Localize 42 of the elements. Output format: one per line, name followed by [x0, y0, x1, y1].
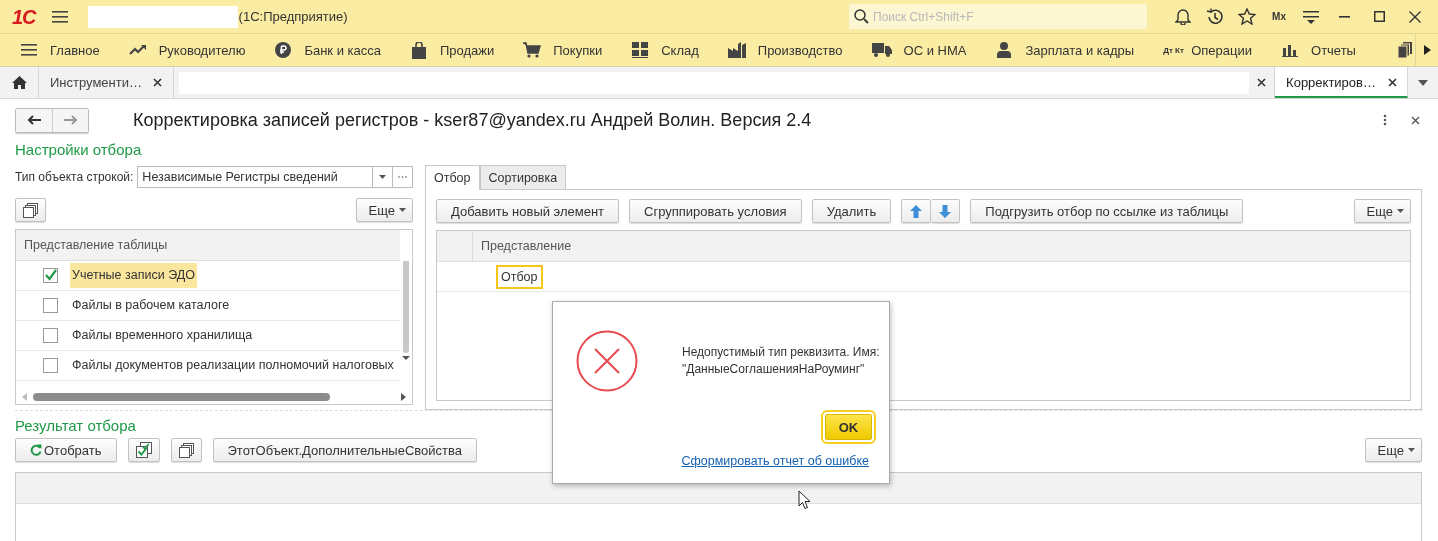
table-cell[interactable]: Файлы в рабочем каталоге: [70, 293, 232, 318]
section-item[interactable]: Главное: [20, 42, 100, 58]
toolbar-button[interactable]: ЭтотОбъект.ДополнительныеСвойства: [212, 438, 477, 462]
table-cell[interactable]: Отбор: [496, 264, 543, 289]
column-header: Представление: [481, 239, 572, 253]
section-item[interactable]: Зарплата и кадры: [995, 42, 1135, 58]
toolbar-button[interactable]: Сгруппировать условия: [629, 199, 802, 223]
section-item[interactable]: Покупки: [523, 42, 603, 58]
form-title: Корректировка записей регистров - kser87@yandex.ru Андрей Волин. Версия 2.4: [133, 109, 813, 131]
type-field[interactable]: Независимые Регистры сведений: [137, 166, 373, 188]
refresh-button[interactable]: Отобрать: [15, 438, 117, 462]
section-item[interactable]: Производство: [727, 42, 843, 58]
section-heading: Настройки отбора: [15, 141, 142, 159]
window-title: (1С:Предприятие): [238, 9, 348, 24]
column-header: Представление таблицы: [24, 238, 168, 252]
tab[interactable]: Отбор: [425, 165, 480, 190]
table-cell[interactable]: Файлы временного хранилища: [70, 323, 255, 348]
section-item[interactable]: Отчеты: [1281, 42, 1356, 58]
open-tab[interactable]: Инструменти…: [39, 67, 174, 98]
table-cell[interactable]: Файлы документов реализации полномочий налоговых: [70, 353, 396, 378]
section-item[interactable]: Руководителю: [128, 42, 246, 58]
section-item[interactable]: ОС и НМА: [871, 42, 967, 58]
field-label: Тип объекта строкой:: [15, 170, 134, 184]
open-tab[interactable]: Корректиров…: [1275, 67, 1408, 98]
error-message: Недопустимый тип реквизита. Имя: "ДанныеСоглашенияНаРоуминг": [682, 344, 880, 378]
table-cell[interactable]: Учетные записи ЭДО: [70, 263, 197, 288]
section-item[interactable]: Банк и касса: [274, 42, 381, 58]
logo: 1С: [12, 6, 36, 27]
toolbar-button[interactable]: Подгрузить отбор по ссылке из таблицы: [970, 199, 1244, 223]
more-button[interactable]: Еще: [1364, 438, 1422, 462]
more-button[interactable]: Еще: [355, 198, 413, 222]
tab[interactable]: Сортировка: [479, 165, 567, 189]
user-initials[interactable]: Мх: [1263, 11, 1295, 22]
search-field[interactable]: Поиск Ctrl+Shift+F: [849, 4, 1147, 29]
section-item[interactable]: Склад: [631, 42, 699, 58]
section-item[interactable]: Продажи: [409, 41, 495, 59]
toolbar-button[interactable]: Удалить: [811, 199, 892, 223]
toolbar-button[interactable]: Добавить новый элемент: [436, 199, 620, 223]
report-link[interactable]: Сформировать отчет об ошибке: [681, 454, 869, 468]
section-heading: Результат отбора: [15, 417, 136, 435]
section-item[interactable]: Дт Кт Операции: [1163, 42, 1252, 58]
more-button[interactable]: Еще: [1353, 199, 1411, 223]
